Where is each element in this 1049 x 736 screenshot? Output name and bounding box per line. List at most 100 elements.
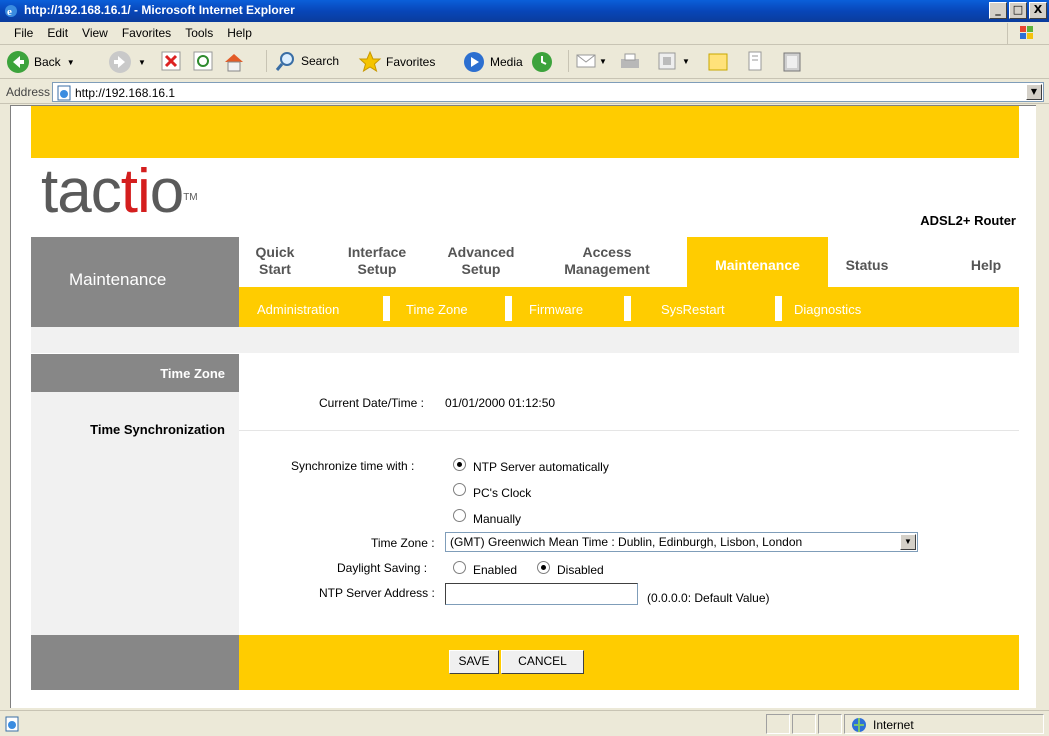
ntp-hint: (0.0.0.0: Default Value) — [647, 591, 770, 605]
address-field[interactable]: http://192.168.16.1 ▼ — [52, 82, 1044, 102]
search-button[interactable]: Search — [266, 50, 339, 72]
mail-dropdown-icon[interactable]: ▼ — [599, 57, 607, 66]
minimize-button[interactable]: _ — [989, 2, 1007, 19]
menu-view[interactable]: View — [76, 26, 116, 40]
subnav-time-zone[interactable]: Time Zone — [406, 302, 468, 317]
nav-access-management-line2: Management — [564, 261, 650, 277]
forward-button[interactable]: ▼ — [108, 50, 146, 74]
back-button[interactable]: Back ▼ — [6, 50, 75, 74]
favorites-label: Favorites — [386, 55, 436, 69]
timezone-select[interactable]: (GMT) Greenwich Mean Time : Dublin, Edin… — [445, 532, 918, 552]
nav-quick-start[interactable]: Quick Start — [255, 244, 295, 278]
forward-dropdown-icon[interactable]: ▼ — [138, 58, 146, 67]
stop-icon — [161, 51, 181, 71]
timezone-value: (GMT) Greenwich Mean Time : Dublin, Edin… — [450, 535, 803, 549]
nav-maintenance-line1: Maintenance — [715, 257, 800, 273]
save-button[interactable]: SAVE — [449, 650, 499, 674]
back-arrow-icon — [7, 51, 29, 73]
history-button[interactable] — [530, 50, 554, 74]
home-button[interactable] — [222, 50, 246, 74]
subnav-separator — [775, 296, 782, 321]
status-bar: Internet — [0, 710, 1049, 736]
radio-pc-clock[interactable] — [453, 483, 466, 496]
print-button[interactable] — [618, 50, 642, 74]
ntp-server-input[interactable] — [445, 583, 638, 605]
nav-interface-setup[interactable]: Interface Setup — [335, 244, 419, 278]
logo-text-suffix: o — [149, 157, 184, 226]
product-name: ADSL2+ Router — [920, 213, 1016, 228]
messenger-button[interactable] — [780, 50, 804, 74]
subnav-diagnostics[interactable]: Diagnostics — [794, 302, 861, 317]
stop-button[interactable] — [160, 50, 182, 72]
edit-dropdown-icon[interactable]: ▼ — [682, 57, 690, 66]
nav-advanced-setup-line2: Setup — [461, 261, 501, 277]
status-cell — [818, 714, 842, 734]
subnav-separator — [383, 296, 390, 321]
address-url: http://192.168.16.1 — [75, 86, 176, 100]
nav-status-line1: Status — [845, 257, 889, 273]
menu-favorites[interactable]: Favorites — [116, 26, 179, 40]
nav-access-management[interactable]: Access Management — [551, 244, 663, 278]
status-zone-cell: Internet — [844, 714, 1044, 734]
current-datetime-value: 01/01/2000 01:12:50 — [445, 396, 556, 410]
subnav-firmware[interactable]: Firmware — [529, 302, 583, 317]
left-frame — [0, 105, 10, 708]
standard-toolbar: Back ▼ ▼ Search Favorites Media ▼ ▼ — [0, 46, 1049, 79]
logo-text-accent: ti — [120, 157, 151, 226]
radio-dst-disabled[interactable] — [537, 561, 550, 574]
forward-arrow-icon — [109, 51, 131, 73]
subnav-separator — [624, 296, 631, 321]
edit-icon — [658, 52, 676, 70]
radio-manually[interactable] — [453, 509, 466, 522]
divider — [239, 430, 1019, 431]
favorites-star-icon — [358, 50, 382, 73]
media-button[interactable]: Media — [462, 50, 523, 74]
mail-icon — [576, 54, 596, 68]
sync-label: Synchronize time with : — [291, 459, 415, 473]
timezone-label: Time Zone : — [371, 536, 435, 550]
menu-edit[interactable]: Edit — [41, 26, 76, 40]
chevron-down-icon[interactable]: ▼ — [900, 534, 916, 550]
radio-dst-disabled-label: Disabled — [557, 563, 604, 577]
research-button[interactable] — [744, 50, 766, 72]
address-label: Address — [6, 85, 51, 99]
menu-tools[interactable]: Tools — [179, 26, 221, 40]
status-zone-label: Internet — [873, 718, 914, 732]
home-icon — [225, 54, 243, 72]
spacer-band — [31, 327, 1019, 353]
menu-file[interactable]: File — [8, 26, 41, 40]
subnav-administration[interactable]: Administration — [257, 302, 339, 317]
cancel-button[interactable]: CANCEL — [501, 650, 584, 674]
close-button[interactable]: X — [1029, 2, 1047, 19]
current-datetime-label: Current Date/Time : — [319, 396, 424, 410]
nav-help[interactable]: Help — [961, 257, 1011, 274]
nav-quick-start-line2: Start — [259, 261, 291, 277]
address-bar: Address http://192.168.16.1 ▼ — [0, 80, 1049, 104]
nav-maintenance[interactable]: Maintenance — [687, 257, 828, 274]
media-icon — [464, 52, 484, 72]
mail-button[interactable]: ▼ — [568, 50, 607, 72]
favorites-button[interactable]: Favorites — [358, 50, 435, 74]
internet-globe-icon — [852, 718, 866, 732]
radio-ntp[interactable] — [453, 458, 466, 471]
edit-button[interactable]: ▼ — [656, 50, 690, 72]
history-icon — [532, 52, 552, 72]
radio-pc-clock-label: PC's Clock — [473, 486, 532, 500]
nav-access-management-line1: Access — [582, 244, 632, 260]
logo-text-prefix: tac — [41, 157, 122, 226]
refresh-button[interactable] — [192, 50, 214, 72]
menu-help[interactable]: Help — [221, 26, 260, 40]
scrollbar[interactable] — [1036, 105, 1049, 708]
subnav-sysrestart[interactable]: SysRestart — [661, 302, 725, 317]
nav-interface-setup-line2: Setup — [357, 261, 397, 277]
status-cell — [792, 714, 816, 734]
nav-advanced-setup[interactable]: Advanced Setup — [439, 244, 523, 278]
back-dropdown-icon[interactable]: ▼ — [67, 58, 75, 67]
discuss-button[interactable] — [706, 50, 730, 74]
maximize-button[interactable]: □ — [1009, 2, 1027, 19]
nav-status[interactable]: Status — [837, 257, 897, 274]
radio-dst-enabled[interactable] — [453, 561, 466, 574]
top-yellow-band — [31, 106, 1019, 158]
address-dropdown-icon[interactable]: ▼ — [1026, 84, 1042, 100]
research-icon — [748, 51, 762, 71]
